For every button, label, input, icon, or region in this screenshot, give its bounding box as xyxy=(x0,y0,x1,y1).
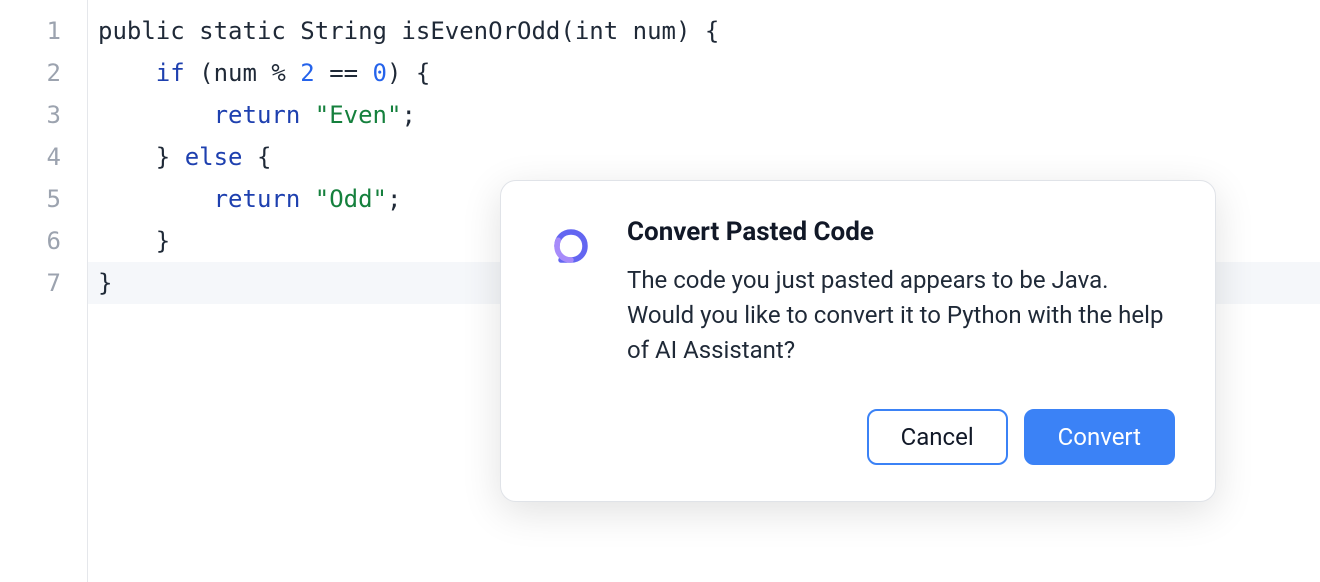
dialog-title: Convert Pasted Code xyxy=(627,217,1175,247)
code-line[interactable]: } else { xyxy=(98,136,1320,178)
code-line[interactable]: public static String isEvenOrOdd(int num… xyxy=(98,10,1320,52)
cancel-button[interactable]: Cancel xyxy=(867,409,1008,465)
ai-assistant-icon xyxy=(541,217,599,275)
line-gutter: 1234567 xyxy=(0,0,88,582)
line-number: 6 xyxy=(0,220,87,262)
code-line[interactable]: return "Even"; xyxy=(98,94,1320,136)
line-number: 1 xyxy=(0,10,87,52)
line-number: 5 xyxy=(0,178,87,220)
line-number: 2 xyxy=(0,52,87,94)
line-number: 4 xyxy=(0,136,87,178)
dialog-body: The code you just pasted appears to be J… xyxy=(627,263,1175,367)
line-number: 7 xyxy=(0,262,87,304)
convert-code-dialog: Convert Pasted Code The code you just pa… xyxy=(500,180,1216,502)
convert-button[interactable]: Convert xyxy=(1024,409,1175,465)
line-number: 3 xyxy=(0,94,87,136)
code-line[interactable]: if (num % 2 == 0) { xyxy=(98,52,1320,94)
